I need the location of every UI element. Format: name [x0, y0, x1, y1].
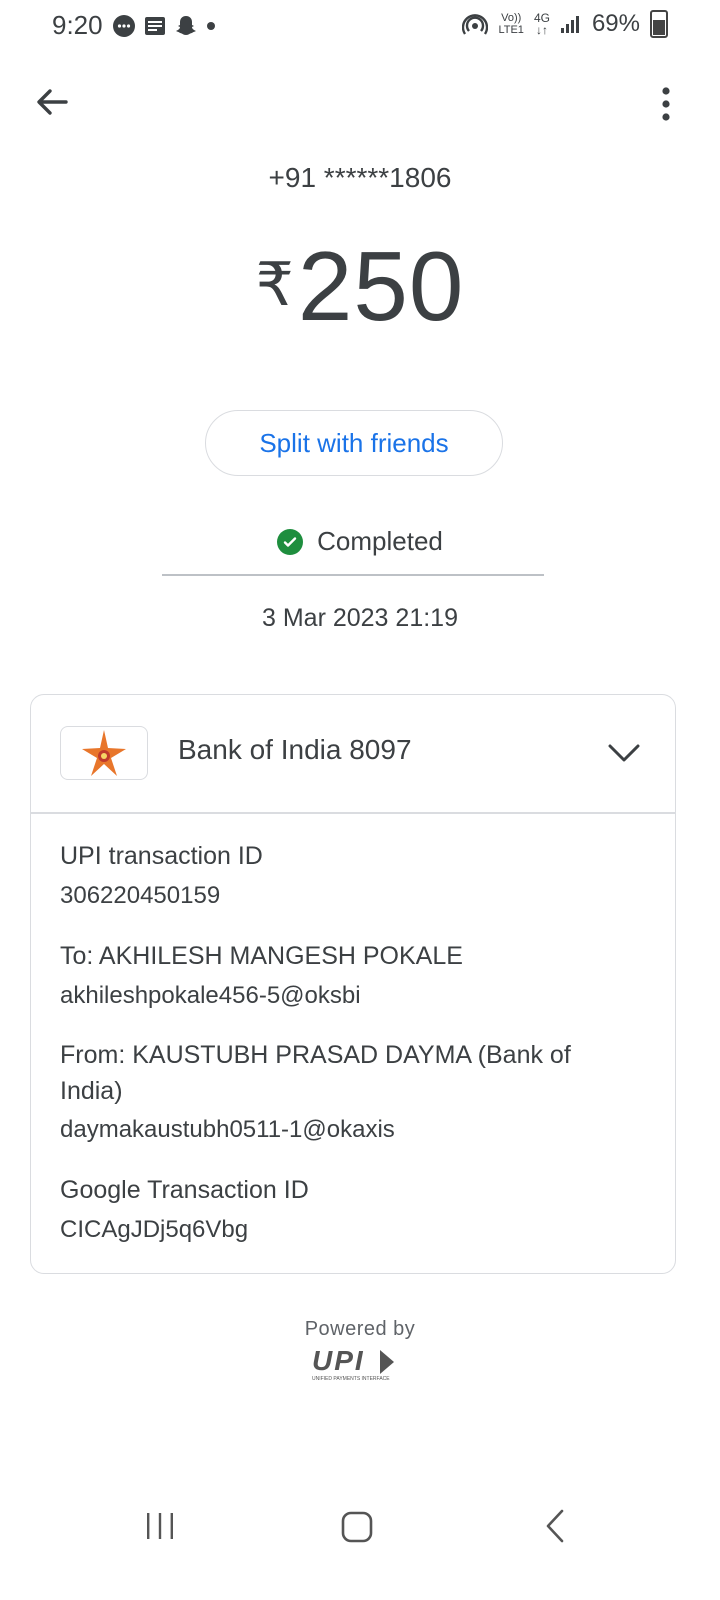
from-upi-value: daymakaustubh0511-1@okaxis [60, 1116, 395, 1143]
nav-back-icon[interactable] [542, 1508, 568, 1544]
recent-apps-icon[interactable] [144, 1510, 176, 1542]
signal-icon [560, 16, 579, 33]
powered-by-label: Powered by [304, 1318, 416, 1340]
from-label: From: KAUSTUBH PRASAD DAYMA (Bank of Ind… [60, 1041, 571, 1105]
hotspot-icon [462, 14, 489, 35]
currency-symbol: ₹ [255, 251, 294, 318]
status-right: Vo)) LTE1 4G ↓↑ 69% [462, 10, 668, 38]
amount-value: 250 [297, 231, 465, 341]
transaction-date: 3 Mar 2023 21:19 [262, 604, 458, 632]
upi-id-label: UPI transaction ID [60, 842, 263, 870]
bank-of-india-star-icon [82, 730, 126, 776]
news-icon [145, 17, 165, 35]
svg-text:UNIFIED PAYMENTS INTERFACE: UNIFIED PAYMENTS INTERFACE [312, 1376, 390, 1382]
bank-logo [60, 726, 148, 780]
payee-phone: +91 ******1806 [268, 162, 452, 193]
dot-icon [207, 22, 215, 30]
upi-logo: UPI UNIFIED PAYMENTS INTERFACE [312, 1345, 394, 1382]
status-time: 9:20 [52, 10, 103, 40]
volte-indicator: Vo)) LTE1 [498, 12, 524, 36]
data-arrows-icon: ↓↑ [535, 23, 548, 37]
divider [162, 574, 544, 576]
google-txn-label: Google Transaction ID [60, 1176, 309, 1204]
amount-display: ₹250 [0, 230, 720, 343]
battery-percent: 69% [591, 10, 640, 37]
status-label: Completed [317, 526, 443, 556]
upi-id-value: 306220450159 [60, 882, 221, 909]
payment-status: Completed [0, 526, 720, 557]
svg-text:UPI: UPI [312, 1345, 365, 1376]
battery-icon [650, 10, 668, 38]
check-circle-icon [277, 528, 304, 555]
card-divider [30, 812, 676, 814]
more-options-icon[interactable] [660, 86, 672, 122]
split-with-friends-button[interactable]: Split with friends [205, 410, 503, 476]
data-indicator: 4G ↓↑ [533, 11, 550, 37]
back-arrow-icon[interactable] [32, 82, 72, 122]
bank-account-name: Bank of India 8097 [178, 734, 412, 765]
chevron-down-icon[interactable] [606, 740, 642, 766]
home-icon[interactable] [340, 1510, 374, 1544]
notification-icons [112, 14, 216, 38]
snapchat-icon [176, 16, 196, 35]
google-txn-value: CICAgJDj5q6Vbg [60, 1216, 249, 1243]
to-label: To: AKHILESH MANGESH POKALE [60, 942, 463, 970]
to-upi-value: akhileshpokale456-5@oksbi [60, 982, 361, 1009]
chat-icon [113, 15, 135, 37]
